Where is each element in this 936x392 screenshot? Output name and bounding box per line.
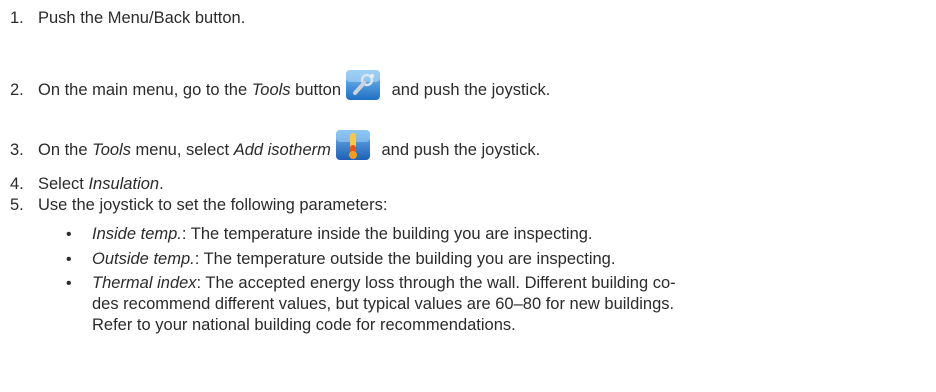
- step-1: 1. Push the Menu/Back button.: [10, 8, 245, 28]
- insulation-term: Insulation: [88, 175, 160, 193]
- step-number: 3.: [10, 141, 24, 159]
- parameter-description: Refer to your national building code for…: [92, 316, 516, 334]
- parameter-description: : The accepted energy loss through the w…: [196, 274, 676, 292]
- instruction-document: 1. Push the Menu/Back button. 2. On the ma…: [0, 0, 936, 392]
- bullet-glyph: •: [66, 275, 72, 292]
- step-text: On the main menu, go to the: [38, 81, 252, 99]
- list-item: • Thermal index: The accepted energy los…: [66, 273, 926, 336]
- step-number: 1.: [10, 9, 24, 27]
- step-number: 5.: [10, 196, 24, 214]
- tools-term: Tools: [251, 81, 291, 99]
- parameter-term: Inside temp.: [92, 225, 182, 243]
- bullet-glyph: •: [66, 250, 72, 268]
- step-text: and push the joystick.: [387, 81, 551, 99]
- add-isotherm-term: Add isotherm: [233, 141, 331, 159]
- tools-icon: [345, 69, 381, 101]
- parameter-term: Thermal index: [92, 274, 197, 292]
- step-5: 5. Use the joystick to set the following …: [10, 195, 387, 215]
- step-text: Select: [38, 175, 89, 193]
- step-text: On the: [38, 141, 93, 159]
- step-text: .: [159, 175, 164, 193]
- step-text: and push the joystick.: [376, 141, 541, 159]
- step-text: Push the Menu/Back button.: [38, 9, 246, 27]
- step-text: Use the joystick to set the following pa…: [38, 196, 388, 214]
- parameter-description: des recommend different values, but typi…: [92, 295, 675, 313]
- tools-term: Tools: [92, 141, 131, 159]
- step-number: 4.: [10, 175, 24, 193]
- step-text: menu, select: [130, 141, 234, 159]
- step-text: button: [290, 81, 342, 99]
- list-item: • Outside temp.: The temperature outside…: [66, 249, 926, 270]
- parameter-list: • Inside temp.: The temperature inside t…: [66, 224, 926, 340]
- list-item: • Inside temp.: The temperature inside t…: [66, 224, 926, 245]
- step-2: 2. On the main menu, go to the Tools butt…: [10, 69, 550, 101]
- parameter-description: : The temperature outside the building y…: [194, 249, 616, 268]
- step-3: 3. On the Tools menu, select Add isotherm…: [10, 129, 540, 161]
- bullet-glyph: •: [66, 226, 72, 243]
- parameter-term: Outside temp.: [92, 249, 195, 268]
- parameter-description: : The temperature inside the building yo…: [181, 225, 593, 243]
- add-isotherm-icon: [335, 129, 371, 161]
- step-number: 2.: [10, 81, 24, 99]
- step-4: 4. Select Insulation.: [10, 174, 164, 194]
